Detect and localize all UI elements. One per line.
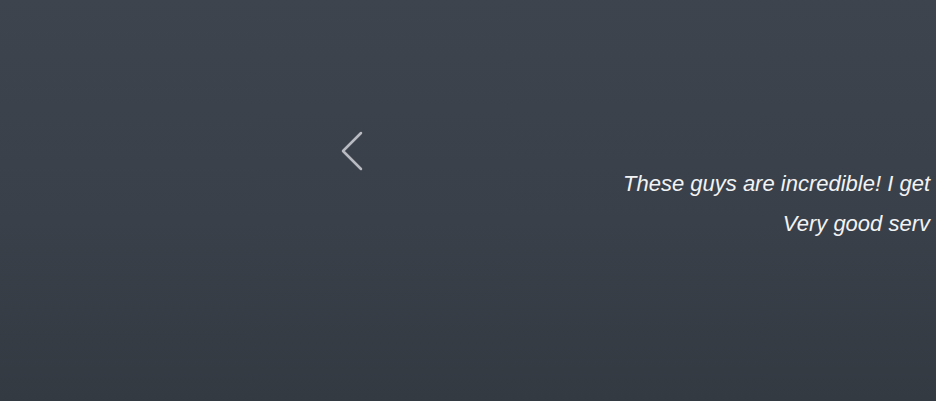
previous-button[interactable]	[338, 128, 366, 174]
chevron-left-icon	[339, 129, 365, 173]
testimonial-slider: These guys are incredible! I getVery goo…	[0, 0, 936, 401]
testimonial-quote: These guys are incredible! I getVery goo…	[623, 164, 930, 244]
quote-line: These guys are incredible! I get	[623, 164, 930, 204]
quote-line: Very good serv	[783, 204, 930, 244]
